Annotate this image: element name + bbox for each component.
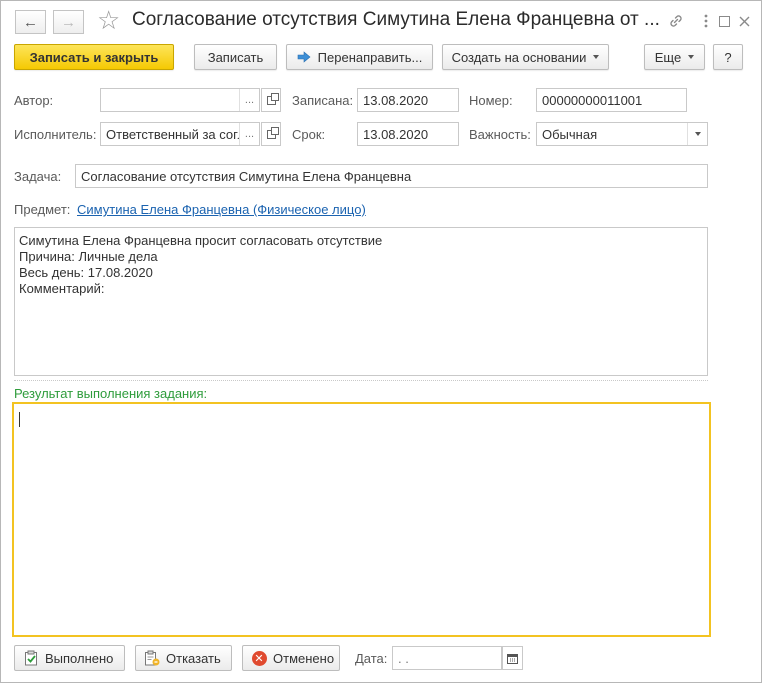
close-window-icon[interactable] bbox=[734, 11, 754, 31]
chevron-down-icon bbox=[593, 55, 600, 59]
recorded-label: Записана: bbox=[292, 93, 354, 108]
restore-window-icon[interactable] bbox=[714, 11, 734, 31]
favorite-star-icon[interactable]: ☆ bbox=[97, 5, 120, 36]
redirect-button[interactable]: Перенаправить... bbox=[286, 44, 433, 70]
subject-link[interactable]: Симутина Елена Францевна (Физическое лиц… bbox=[77, 202, 366, 217]
back-button[interactable]: ← bbox=[15, 10, 46, 34]
result-title: Результат выполнения задания: bbox=[14, 386, 208, 401]
task-window: ← → ☆ Согласование отсутствия Симутина Е… bbox=[0, 0, 762, 683]
done-button[interactable]: Выполнено bbox=[14, 645, 125, 671]
task-description: Симутина Елена Францевна просит согласов… bbox=[14, 227, 708, 376]
refuse-label: Отказать bbox=[166, 650, 221, 666]
calendar-button[interactable] bbox=[502, 646, 523, 670]
importance-value: Обычная bbox=[542, 127, 598, 142]
task-label: Задача: bbox=[14, 169, 62, 184]
calendar-icon bbox=[507, 653, 518, 664]
window-title: Согласование отсутствия Симутина Елена Ф… bbox=[132, 9, 660, 30]
executor-label: Исполнитель: bbox=[14, 127, 97, 142]
deadline-label: Срок: bbox=[292, 127, 326, 142]
importance-dropdown-button[interactable] bbox=[687, 123, 707, 145]
author-open-button[interactable] bbox=[261, 88, 281, 112]
importance-select[interactable]: Обычная bbox=[536, 122, 708, 146]
cancelled-label: Отменено bbox=[273, 650, 335, 666]
create-based-on-label: Создать на основании bbox=[451, 49, 587, 65]
open-icon bbox=[266, 92, 279, 105]
chevron-down-icon bbox=[694, 132, 701, 136]
number-label: Номер: bbox=[469, 93, 513, 108]
back-arrow-icon: ← bbox=[23, 13, 38, 31]
result-input[interactable] bbox=[12, 402, 711, 637]
executor-field[interactable]: Ответственный за согл ... bbox=[100, 122, 260, 146]
date-field[interactable]: . . bbox=[392, 646, 502, 670]
date-label: Дата: bbox=[355, 651, 388, 666]
executor-value: Ответственный за согл bbox=[106, 127, 246, 142]
clipboard-check-icon bbox=[23, 650, 39, 666]
open-icon bbox=[266, 126, 279, 139]
help-button[interactable]: ? bbox=[713, 44, 743, 70]
cancel-circle-icon: ✕ bbox=[251, 650, 267, 666]
recorded-date-field[interactable]: 13.08.2020 bbox=[357, 88, 459, 112]
refuse-button[interactable]: Отказать bbox=[135, 645, 232, 671]
section-divider bbox=[14, 380, 708, 381]
author-select-button[interactable]: ... bbox=[239, 89, 259, 111]
author-field[interactable]: ... bbox=[100, 88, 260, 112]
save-button[interactable]: Записать bbox=[194, 44, 277, 70]
forward-arrow-icon: → bbox=[61, 13, 76, 31]
importance-label: Важность: bbox=[469, 127, 531, 142]
more-button[interactable]: Еще bbox=[644, 44, 705, 70]
chevron-down-icon bbox=[688, 55, 695, 59]
done-label: Выполнено bbox=[45, 650, 114, 666]
clipboard-refuse-icon bbox=[144, 650, 160, 666]
executor-open-button[interactable] bbox=[261, 122, 281, 146]
redirect-arrow-icon bbox=[297, 51, 311, 63]
deadline-date-field[interactable]: 13.08.2020 bbox=[357, 122, 459, 146]
task-field[interactable]: Согласование отсутствия Симутина Елена Ф… bbox=[75, 164, 708, 188]
create-based-on-button[interactable]: Создать на основании bbox=[442, 44, 609, 70]
save-and-close-button[interactable]: Записать и закрыть bbox=[14, 44, 174, 70]
more-label: Еще bbox=[654, 49, 682, 65]
executor-select-button[interactable]: ... bbox=[239, 123, 259, 145]
author-label: Автор: bbox=[14, 93, 54, 108]
forward-button[interactable]: → bbox=[53, 10, 84, 34]
cancelled-button[interactable]: ✕ Отменено bbox=[242, 645, 340, 671]
number-field[interactable]: 00000000011001 bbox=[536, 88, 687, 112]
more-vertical-icon[interactable] bbox=[696, 11, 716, 31]
redirect-label: Перенаправить... bbox=[317, 49, 423, 65]
text-caret bbox=[19, 412, 20, 427]
link-icon[interactable] bbox=[666, 11, 686, 31]
subject-label: Предмет: bbox=[14, 202, 71, 217]
